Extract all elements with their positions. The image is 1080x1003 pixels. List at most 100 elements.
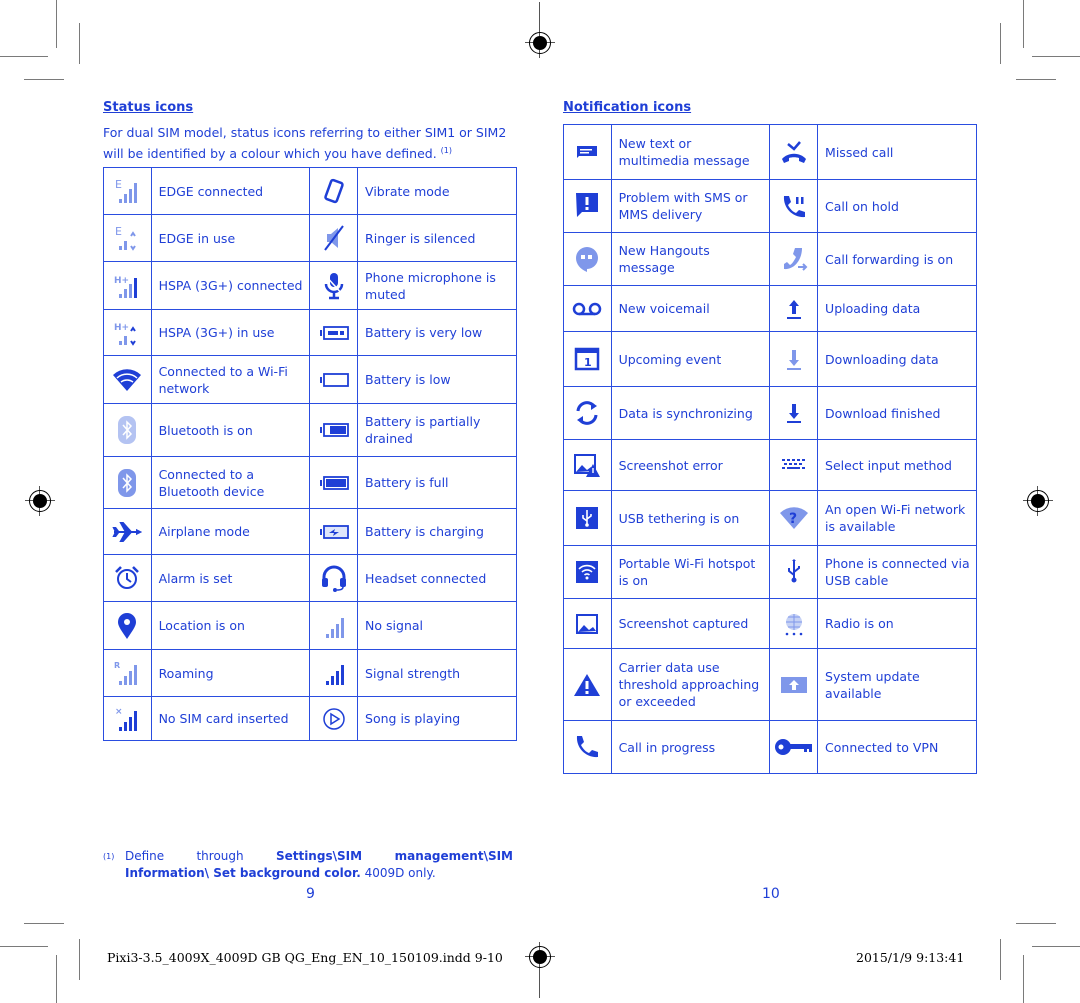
call-icon <box>564 733 611 761</box>
svg-text:H+: H+ <box>114 323 129 333</box>
upload-icon <box>770 297 817 321</box>
icon-cell <box>103 403 152 457</box>
icon-description: USB tethering is on <box>610 490 771 546</box>
alarm-icon <box>104 565 151 591</box>
icon-description: Signal strength <box>357 649 517 697</box>
icon-description: An open Wi-Fi network is available <box>817 490 977 546</box>
table-row: Bluetooth is on Battery is partially drai… <box>103 403 517 457</box>
sms-problem-icon <box>564 192 611 220</box>
battery-full-icon <box>310 475 357 491</box>
footnote: (1) Define through Settings\SIM manageme… <box>103 848 513 882</box>
icon-cell <box>769 124 819 180</box>
table-row: Connected to a Wi-Fi network Battery is l… <box>103 355 517 404</box>
missed-call-icon <box>770 139 817 165</box>
icon-description: Battery is partially drained <box>357 403 517 457</box>
icon-description: Missed call <box>817 124 977 180</box>
icon-cell <box>769 439 819 491</box>
system-update-icon <box>770 675 817 695</box>
icon-description: Battery is very low <box>357 309 517 356</box>
icon-description: Connected to a Bluetooth device <box>150 456 311 509</box>
icon-cell <box>309 214 359 262</box>
icon-description: Song is playing <box>357 696 517 741</box>
icon-description: Screenshot captured <box>610 598 771 649</box>
table-row: 1 Upcoming event Downloading data <box>563 331 977 387</box>
icon-description: Screenshot error <box>610 439 771 491</box>
signal-strength-icon <box>310 659 357 687</box>
slug-timestamp: 2015/1/9 9:13:41 <box>856 950 965 965</box>
warning-icon <box>564 672 611 698</box>
icon-cell <box>769 386 819 440</box>
intro-text: For dual SIM model, status icons referri… <box>103 125 507 162</box>
ringer-silenced-icon <box>310 224 357 252</box>
table-row: R Roaming Signal strength <box>103 649 517 697</box>
icon-cell: H+ <box>103 309 152 356</box>
icon-description: HSPA (3G+) in use <box>150 309 311 356</box>
icon-description: Alarm is set <box>150 554 311 602</box>
icon-description: No SIM card inserted <box>150 696 311 741</box>
location-icon <box>104 612 151 640</box>
icon-description: New text or multimedia message <box>610 124 771 180</box>
icon-cell: H+ <box>103 261 152 310</box>
microphone-muted-icon <box>310 271 357 301</box>
crop-mark <box>1016 923 1056 924</box>
icon-description: HSPA (3G+) connected <box>150 261 311 310</box>
icon-cell <box>309 261 359 310</box>
svg-text:H+: H+ <box>114 276 129 286</box>
icon-description: Airplane mode <box>150 508 311 555</box>
radio-icon <box>770 611 817 637</box>
icon-cell <box>309 649 359 697</box>
icon-cell <box>309 508 359 555</box>
icon-description: Phone is connected via USB cable <box>817 545 977 599</box>
icon-cell <box>309 403 359 457</box>
crop-mark <box>1032 946 1080 947</box>
crop-mark <box>24 923 64 924</box>
crop-mark <box>1023 955 1024 1003</box>
bluetooth-on-icon <box>104 415 151 445</box>
table-row: E EDGE connected Vibrate mode <box>103 167 517 215</box>
table-row: Airplane mode Battery is charging <box>103 508 517 555</box>
icon-description: Location is on <box>150 601 311 650</box>
registration-mark-bottom <box>525 942 555 998</box>
icon-description: New Hangouts message <box>610 232 771 286</box>
sync-icon <box>564 399 611 427</box>
calendar-icon: 1 <box>564 346 611 372</box>
icon-description: No signal <box>357 601 517 650</box>
wifi-icon <box>104 367 151 393</box>
registration-mark-right <box>1023 486 1053 516</box>
table-row: H+ HSPA (3G+) connected Phone microphone i… <box>103 261 517 310</box>
icon-cell: 1 <box>563 331 612 387</box>
svg-text:E: E <box>115 225 122 238</box>
icon-cell <box>563 439 612 491</box>
crop-mark <box>79 23 80 64</box>
play-icon <box>310 707 357 731</box>
icon-description: Portable Wi-Fi hotspot is on <box>610 545 771 599</box>
crop-mark <box>56 0 57 48</box>
icon-cell <box>309 456 359 509</box>
icon-cell <box>103 601 152 650</box>
battery-low-icon <box>310 372 357 388</box>
icon-description: Downloading data <box>817 331 977 387</box>
table-row: Problem with SMS or MMS delivery Call on … <box>563 179 977 233</box>
table-row: × No SIM card inserted Song is playing <box>103 696 517 741</box>
icon-cell: × <box>103 696 152 741</box>
icon-cell <box>103 554 152 602</box>
svg-text:1: 1 <box>584 356 592 369</box>
crop-mark <box>79 939 80 980</box>
registration-mark-top <box>525 2 555 58</box>
status-icons-intro: For dual SIM model, status icons referri… <box>103 124 523 163</box>
icon-cell <box>563 545 612 599</box>
icon-description: Battery is low <box>357 355 517 404</box>
icon-description: System update available <box>817 648 977 721</box>
icon-cell <box>563 124 612 180</box>
crop-mark <box>1023 0 1024 48</box>
table-row: New Hangouts message Call forwarding is o… <box>563 232 977 286</box>
table-row: USB tethering is on? An open Wi-Fi networ… <box>563 490 977 546</box>
icon-description: Carrier data use threshold approaching o… <box>610 648 771 721</box>
icon-description: Roaming <box>150 649 311 697</box>
footnote-marker: (1) <box>440 146 453 155</box>
bluetooth-connected-icon <box>104 468 151 498</box>
icon-cell <box>769 648 819 721</box>
table-row: New text or multimedia message Missed cal… <box>563 124 977 180</box>
call-forwarding-icon <box>770 245 817 273</box>
icon-cell <box>309 167 359 215</box>
